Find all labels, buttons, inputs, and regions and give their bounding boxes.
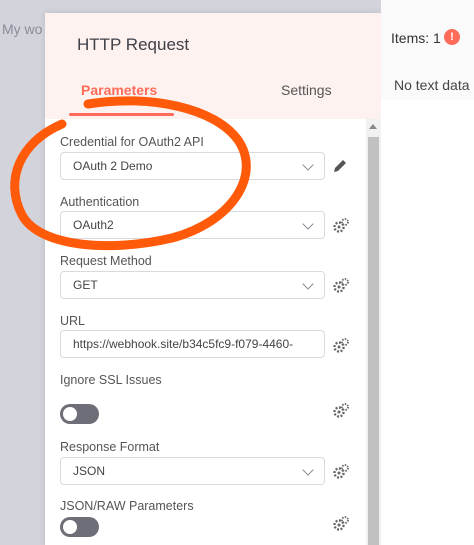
response-format-select[interactable]: JSON [60, 457, 325, 485]
json-raw-toggle[interactable] [60, 517, 99, 537]
credential-value: OAuth 2 Demo [73, 159, 153, 173]
canvas-background: My wo [0, 0, 45, 545]
authentication-label: Authentication [60, 195, 140, 209]
gear-icon[interactable] [332, 337, 350, 355]
authentication-select[interactable]: OAuth2 [60, 211, 325, 239]
chevron-down-icon [302, 464, 314, 476]
chevron-down-icon [302, 159, 314, 171]
node-settings-panel: HTTP Request Parameters Settings Credent… [45, 13, 381, 545]
json-raw-label: JSON/RAW Parameters [60, 499, 194, 513]
no-text-data-message: No text data [394, 77, 470, 93]
request-method-label: Request Method [60, 254, 152, 268]
gear-icon[interactable] [332, 217, 350, 235]
gear-icon[interactable] [332, 277, 350, 295]
chevron-down-icon [302, 218, 314, 230]
authentication-value: OAuth2 [73, 218, 114, 232]
response-format-value: JSON [73, 464, 106, 478]
credential-label: Credential for OAuth2 API [60, 135, 204, 149]
toggle-knob [63, 407, 77, 421]
active-tab-indicator [69, 113, 174, 116]
gear-icon[interactable] [332, 463, 350, 481]
info-icon[interactable]: ! [444, 29, 460, 45]
pencil-icon[interactable] [332, 158, 348, 174]
gear-icon[interactable] [332, 515, 350, 533]
toggle-knob [63, 520, 77, 534]
credential-select[interactable]: OAuth 2 Demo [60, 152, 325, 180]
url-label: URL [60, 314, 86, 328]
tab-parameters[interactable]: Parameters [81, 82, 157, 98]
panel-header: HTTP Request Parameters Settings [45, 13, 381, 119]
ignore-ssl-toggle[interactable] [60, 404, 99, 424]
tab-settings[interactable]: Settings [281, 82, 332, 98]
url-input[interactable]: https://webhook.site/b34c5fc9-f079-4460- [60, 330, 325, 358]
panel-title: HTTP Request [77, 35, 190, 54]
gear-icon[interactable] [332, 402, 350, 420]
request-method-select[interactable]: GET [60, 271, 325, 299]
response-format-label: Response Format [60, 440, 160, 454]
parameters-content: Credential for OAuth2 API OAuth 2 Demo A… [45, 119, 381, 545]
items-count: Items: 1 [391, 30, 441, 46]
chevron-down-icon [302, 278, 314, 290]
url-value: https://webhook.site/b34c5fc9-f079-4460- [73, 337, 294, 351]
request-method-value: GET [73, 278, 98, 292]
workflow-name-text: My wo [2, 21, 43, 37]
output-pane: Items: 1 ! No text data [381, 0, 474, 545]
scroll-up-arrow-icon[interactable] [369, 124, 377, 129]
scrollbar-thumb[interactable] [368, 137, 379, 545]
ignore-ssl-label: Ignore SSL Issues [60, 373, 162, 387]
